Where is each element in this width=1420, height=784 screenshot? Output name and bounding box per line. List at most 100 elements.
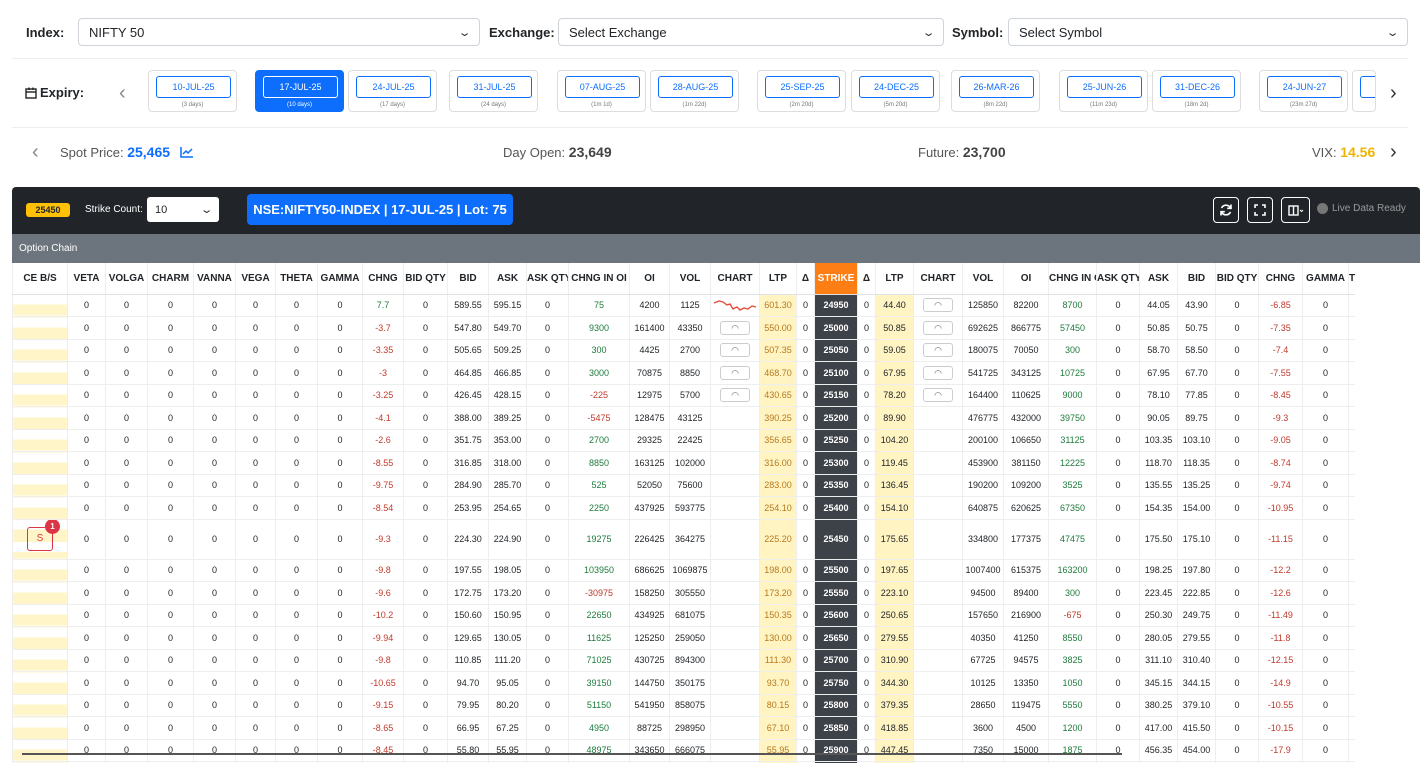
put-chart-cell[interactable] bbox=[913, 429, 963, 452]
expiry-card[interactable]: 24-JUL-25 (17 days) bbox=[348, 70, 437, 112]
ce-buy-sell-cell[interactable] bbox=[12, 671, 68, 695]
call-chart-cell[interactable] bbox=[710, 406, 760, 430]
put-chart-cell[interactable] bbox=[913, 761, 963, 763]
expiry-card[interactable]: 17-JUL-25 (10 days) bbox=[255, 70, 344, 112]
stats-next-arrow[interactable]: › bbox=[1390, 142, 1397, 162]
loading-spinner-icon[interactable]: ◠ bbox=[923, 320, 953, 335]
ce-buy-sell-cell[interactable] bbox=[12, 496, 68, 520]
loading-spinner-icon[interactable]: ◠ bbox=[923, 365, 953, 380]
put-chart-cell[interactable]: ◠ bbox=[913, 361, 963, 385]
put-chart-cell[interactable] bbox=[913, 474, 963, 497]
call-chart-cell[interactable] bbox=[710, 649, 760, 672]
ce-buy-sell-cell[interactable] bbox=[12, 316, 68, 340]
call-chart-cell[interactable] bbox=[710, 429, 760, 452]
ce-buy-sell-cell[interactable] bbox=[12, 361, 68, 385]
ce-buy-sell-cell[interactable] bbox=[12, 474, 68, 497]
column-toggle-button[interactable] bbox=[1281, 197, 1310, 223]
put-chart-cell[interactable]: ◠ bbox=[913, 384, 963, 407]
call-chart-cell[interactable] bbox=[710, 761, 760, 763]
put-chart-cell[interactable] bbox=[913, 694, 963, 717]
ce-buy-sell-cell[interactable] bbox=[12, 694, 68, 717]
ce-buy-sell-cell[interactable] bbox=[12, 406, 68, 430]
call-chart-cell[interactable] bbox=[710, 451, 760, 475]
expiry-card[interactable]: 25-JUN-26 (11m 23d) bbox=[1059, 70, 1148, 112]
ce-buy-sell-cell[interactable] bbox=[12, 451, 68, 475]
call-chart-cell[interactable] bbox=[710, 496, 760, 520]
ce-buy-sell-cell[interactable] bbox=[12, 716, 68, 740]
sparkline-chart[interactable] bbox=[713, 297, 757, 313]
expiry-card[interactable]: 31-JUL-25 (24 days) bbox=[449, 70, 538, 112]
expiry-card[interactable]: 10-JUL-25 (3 days) bbox=[148, 70, 237, 112]
ce-buy-sell-cell[interactable] bbox=[12, 581, 68, 605]
expiry-card[interactable]: 26-MAR-26 (8m 22d) bbox=[951, 70, 1040, 112]
put-chart-cell[interactable] bbox=[913, 716, 963, 740]
call-chart-cell[interactable] bbox=[710, 694, 760, 717]
ce-buy-sell-cell[interactable]: S1 bbox=[12, 519, 68, 560]
ce-buy-sell-cell[interactable] bbox=[12, 559, 68, 582]
loading-spinner-icon[interactable]: ◠ bbox=[720, 343, 750, 358]
instrument-title[interactable]: NSE:NIFTY50-INDEX | 17-JUL-25 | Lot: 75 bbox=[247, 194, 513, 225]
call-chart-cell[interactable] bbox=[710, 716, 760, 740]
expiry-card-partial[interactable] bbox=[1352, 70, 1376, 112]
ce-buy-sell-cell[interactable] bbox=[12, 626, 68, 650]
expiry-card[interactable]: 31-DEC-26 (18m 2d) bbox=[1152, 70, 1241, 112]
put-chart-cell[interactable]: ◠ bbox=[913, 339, 963, 362]
expiry-card[interactable]: 24-JUN-27 (23m 27d) bbox=[1259, 70, 1348, 112]
stats-prev-arrow[interactable]: ‹ bbox=[32, 142, 39, 162]
horizontal-scrollbar[interactable] bbox=[22, 753, 1122, 755]
loading-spinner-icon[interactable]: ◠ bbox=[923, 298, 953, 313]
put-chart-cell[interactable] bbox=[913, 581, 963, 605]
put-chart-cell[interactable] bbox=[913, 604, 963, 627]
strike-count-select[interactable]: 10 ⌄ bbox=[147, 197, 219, 222]
ce-buy-sell-cell[interactable] bbox=[12, 761, 68, 763]
call-chart-cell[interactable]: ◠ bbox=[710, 316, 760, 340]
put-chart-cell[interactable] bbox=[913, 626, 963, 650]
loading-spinner-icon[interactable]: ◠ bbox=[923, 388, 953, 403]
call-chart-cell[interactable] bbox=[710, 671, 760, 695]
loading-spinner-icon[interactable]: ◠ bbox=[720, 320, 750, 335]
put-chart-cell[interactable] bbox=[913, 496, 963, 520]
symbol-select[interactable]: Select Symbol ⌄ bbox=[1008, 18, 1408, 46]
call-chart-cell[interactable] bbox=[710, 604, 760, 627]
loading-spinner-icon[interactable]: ◠ bbox=[923, 343, 953, 358]
line-chart-icon[interactable] bbox=[179, 146, 194, 158]
call-chart-cell[interactable]: ◠ bbox=[710, 339, 760, 362]
call-chart-cell[interactable] bbox=[710, 559, 760, 582]
call-chart-cell[interactable]: ◠ bbox=[710, 384, 760, 407]
put-chart-cell[interactable]: ◠ bbox=[913, 316, 963, 340]
call-chart-cell[interactable]: ◠ bbox=[710, 361, 760, 385]
expiry-card[interactable]: 24-DEC-25 (5m 20d) bbox=[851, 70, 940, 112]
put-chart-cell[interactable] bbox=[913, 739, 963, 762]
call-chart-cell[interactable] bbox=[710, 519, 760, 560]
expiry-card[interactable]: 25-SEP-25 (2m 20d) bbox=[757, 70, 846, 112]
expiry-prev-arrow[interactable]: ‹ bbox=[119, 83, 126, 103]
expiry-card[interactable]: 28-AUG-25 (1m 22d) bbox=[650, 70, 739, 112]
put-chart-cell[interactable] bbox=[913, 451, 963, 475]
ce-buy-sell-cell[interactable] bbox=[12, 739, 68, 762]
call-chart-cell[interactable] bbox=[710, 581, 760, 605]
expiry-next-arrow[interactable]: › bbox=[1390, 83, 1397, 103]
ce-buy-sell-cell[interactable] bbox=[12, 429, 68, 452]
put-chart-cell[interactable] bbox=[913, 671, 963, 695]
sell-button[interactable]: S1 bbox=[27, 519, 60, 551]
put-chart-cell[interactable] bbox=[913, 406, 963, 430]
call-chart-cell[interactable] bbox=[710, 294, 760, 317]
loading-spinner-icon[interactable]: ◠ bbox=[720, 365, 750, 380]
put-chart-cell[interactable] bbox=[913, 649, 963, 672]
put-chart-cell[interactable]: ◠ bbox=[913, 294, 963, 317]
ce-buy-sell-cell[interactable] bbox=[12, 604, 68, 627]
refresh-button[interactable] bbox=[1213, 197, 1239, 223]
expiry-card[interactable]: 07-AUG-25 (1m 1d) bbox=[557, 70, 646, 112]
put-chart-cell[interactable] bbox=[913, 559, 963, 582]
call-chart-cell[interactable] bbox=[710, 739, 760, 762]
exchange-select[interactable]: Select Exchange ⌄ bbox=[558, 18, 944, 46]
fullscreen-button[interactable] bbox=[1247, 197, 1273, 223]
ce-buy-sell-cell[interactable] bbox=[12, 649, 68, 672]
put-chart-cell[interactable] bbox=[913, 519, 963, 560]
ce-buy-sell-cell[interactable] bbox=[12, 339, 68, 362]
ce-buy-sell-cell[interactable] bbox=[12, 294, 68, 317]
loading-spinner-icon[interactable]: ◠ bbox=[720, 388, 750, 403]
ce-buy-sell-cell[interactable] bbox=[12, 384, 68, 407]
call-chart-cell[interactable] bbox=[710, 626, 760, 650]
call-chart-cell[interactable] bbox=[710, 474, 760, 497]
